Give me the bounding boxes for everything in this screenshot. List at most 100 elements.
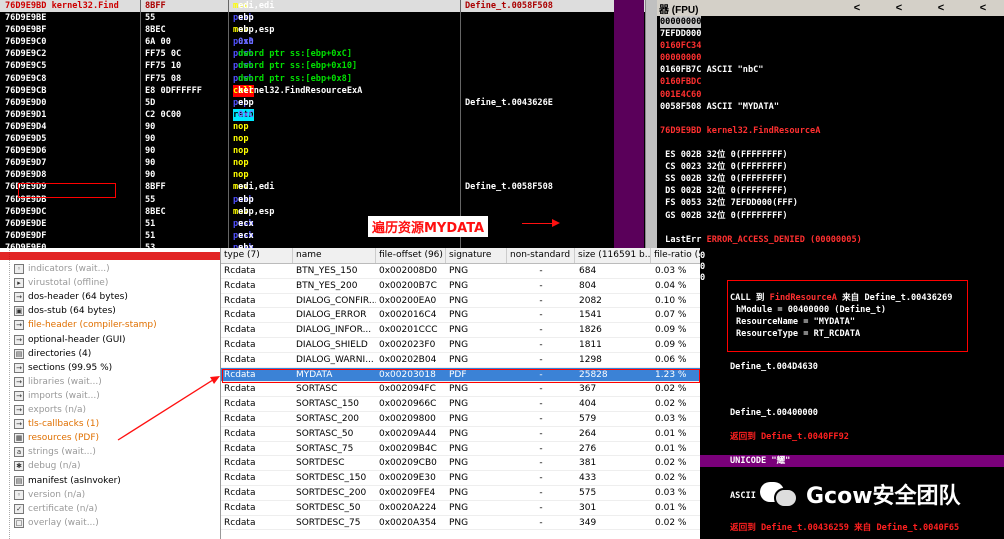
table-row[interactable]: Rcdata SORTASC_200 0x00209800 PNG - 579 0.03 % [221,412,700,427]
disasm-row[interactable]: 76D9E9C0 6A 00 push 0x0 [0,36,645,48]
table-cell: 0.09 % [655,325,687,336]
tree-item[interactable]: ▤ manifest (asInvoker) [14,474,121,488]
disasm-row[interactable]: 76D9E9C5 FF75 10 push dword ptr ss:[ebp+0x… [0,60,645,72]
column-divider [140,0,141,248]
table-row[interactable]: Rcdata DIALOG_ERROR 0x002016C4 PNG - 1541 0.07… [221,308,700,324]
table-row[interactable]: Rcdata SORTDESC_150 0x00209E30 PNG - 433 0.02 … [221,471,700,486]
table-cell: 1826 [579,325,602,336]
tree-item[interactable]: ✓ certificate (n/a) [14,502,98,516]
disasm-row[interactable]: 76D9E9C2 FF75 0C push dword ptr ss:[ebp+0x… [0,48,645,60]
column-header[interactable]: name [293,248,376,263]
table-cell: 0.02 % [655,458,687,469]
column-header[interactable]: file-offset (96) [376,248,446,263]
table-cell: 0x00209B4C [379,443,437,454]
nav-left-icon[interactable]: < [878,2,920,14]
disasm-bytes: 8BFF [145,1,166,11]
registers-pane[interactable]: 器 (FPU) < < < < 00000000 7EFDD000 0160FC34 000… [657,0,1004,250]
tree-item[interactable]: a strings (wait...) [14,445,96,459]
table-cell: 404 [579,399,597,410]
disasm-row[interactable]: 76D9E9DC 8BEC mov ebp,esp [0,206,645,218]
table-cell: 0.02 % [655,384,687,395]
tree-item[interactable]: ▸ virustotal (offline) [14,276,108,290]
table-row[interactable]: Rcdata BTN_YES_200 0x00200B7C PNG - 804 0.04 % [221,279,700,294]
nav-left-icon[interactable]: < [962,2,1004,14]
table-row[interactable]: Rcdata DIALOG_WARNI... 0x00202B04 PNG - 1298 0… [221,353,700,368]
disasm-row[interactable]: 76D9E9DF 51 push ecx [0,230,645,242]
tree-item[interactable]: ◦ version (n/a) [14,488,85,502]
tree-item-label: dos-stub (64 bytes) [28,306,116,317]
disasm-address: 76D9E9DF [5,230,47,241]
resources-table[interactable]: type (7) name file-offset (96) signature non… [220,248,700,539]
certificate-icon: ✓ [14,503,24,514]
table-cell: 0.03 % [655,487,687,498]
table-row[interactable]: Rcdata SORTDESC_200 0x00209FE4 PNG - 575 0.03 … [221,486,700,501]
table-row[interactable]: Rcdata SORTASC_50 0x00209A44 PNG - 264 0.01 % [221,427,700,442]
disasm-row[interactable]: 76D9E9D0 5D pop ebp Define_t.0043626E [0,97,645,109]
column-header[interactable]: non-standard [507,248,575,263]
table-row[interactable]: Rcdata SORTDESC_50 0x0020A224 PNG - 301 0.01 % [221,501,700,516]
arrow-icon: → [14,292,24,303]
disassembly-pane[interactable]: 76D9E9BD kernel32.Find 8BFF mov edi,edi Def… [0,0,645,248]
tree-item[interactable]: ▤ directories (4) [14,347,91,361]
table-cell: SORTDESC [296,458,345,469]
register-value: 0160FBDC [660,77,702,88]
nav-left-icon[interactable]: < [920,2,962,14]
tree-item[interactable]: → libraries (wait...) [14,375,102,389]
table-row[interactable]: Rcdata BTN_YES_150 0x002008D0 PNG - 684 0.03 % [221,264,700,279]
tree-item[interactable]: → exports (n/a) [14,403,86,417]
table-row[interactable]: Rcdata DIALOG_SHIELD 0x002023F0 PNG - 1811 0.0… [221,338,700,353]
table-cell: 0x00209FE4 [379,487,436,498]
table-cell: 0x00202B04 [379,354,437,365]
disasm-bytes: 51 [145,218,156,229]
tree-item[interactable]: ▦ resources (PDF) [14,431,99,445]
disasm-row[interactable]: 76D9E9CB E8 0DFFFFFF call kernel32.FindRes… [0,84,645,97]
disasm-row[interactable]: 76D9E9D8 90 nop [0,169,645,181]
disasm-bytes: 6A 00 [145,37,171,48]
tree-item[interactable]: ✱ debug (n/a) [14,459,81,473]
disasm-row[interactable]: 76D9E9D6 90 nop [0,145,645,157]
pe-tree[interactable]: ◦ indicators (wait...) ▸ virustotal (offlin… [0,248,220,539]
table-row[interactable]: Rcdata SORTDESC 0x00209CB0 PNG - 381 0.02 % [221,456,700,472]
stack-side-value: 0 [700,273,706,283]
tree-item[interactable]: → dos-header (64 bytes) [14,290,128,304]
disasm-row[interactable]: 76D9E9D4 90 nop [0,121,645,133]
disasm-row[interactable]: 76D9E9D7 90 nop [0,157,645,169]
table-row[interactable]: Rcdata DIALOG_INFOR... 0x00201CCC PNG - 1826 0… [221,323,700,338]
disasm-row[interactable]: 76D9E9C8 FF75 08 push dword ptr ss:[ebp+0x… [0,73,645,85]
disasm-row[interactable]: 76D9E9BE 55 push ebp [0,12,645,24]
table-row[interactable]: Rcdata DIALOG_CONFIR... 0x00200EA0 PNG - 2082… [221,294,700,309]
column-header[interactable]: size (116591 b... [575,248,651,263]
table-cell: - [539,473,543,484]
disasm-row[interactable]: 76D9E9BD kernel32.Find 8BFF mov edi,edi Def… [0,0,645,13]
table-row[interactable]: Rcdata SORTDESC_75 0x0020A354 PNG - 349 0.02 % [221,516,700,531]
register-row: FS 0053 32位 7EFDD000(FFF) [657,197,1004,209]
tree-item[interactable]: □ overlay (wait...) [14,516,99,530]
tree-item-label: strings (wait...) [28,447,96,458]
table-cell: Rcdata [224,428,256,439]
disasm-operand: kernel32.FindResourceExA [233,85,363,96]
tree-item[interactable]: ◦ indicators (wait...) [14,262,110,276]
table-row[interactable]: Rcdata SORTASC_150 0x0020966C PNG - 404 0.02 % [221,397,700,412]
table-cell: PNG [449,266,469,276]
tree-item[interactable]: → tls-callbacks (1) [14,417,99,431]
table-row[interactable]: Rcdata SORTASC 0x002094FC PNG - 367 0.02 % [221,382,700,398]
table-cell: DIALOG_SHIELD [296,339,368,350]
disasm-row[interactable]: 76D9E9D1 C2 0C00 retn 0xC [0,108,645,121]
disasm-row[interactable]: 76D9E9BF 8BEC mov ebp,esp [0,24,645,36]
tree-item[interactable]: → file-header (compiler-stamp) [14,318,157,332]
table-cell: SORTASC_50 [296,428,354,439]
table-cell: Rcdata [224,517,256,528]
tree-item[interactable]: → optional-header (GUI) [14,333,126,347]
column-header[interactable]: type (7) [221,248,293,263]
tree-item[interactable]: → imports (wait...) [14,389,100,403]
nav-left-icon[interactable]: < [836,2,878,14]
column-header[interactable]: file-ratio (5 [651,248,700,263]
disasm-row[interactable]: 76D9E9D5 90 nop [0,133,645,145]
table-row[interactable]: Rcdata SORTASC_75 0x00209B4C PNG - 276 0.01 % [221,442,700,457]
disassembly-scrollbar[interactable] [645,0,657,248]
column-header[interactable]: signature [446,248,507,263]
table-cell: 0x00209E30 [379,473,436,484]
tree-item[interactable]: → sections (99.95 %) [14,361,112,375]
tree-item[interactable]: ▣ dos-stub (64 bytes) [14,304,116,318]
arrow-icon: → [14,390,24,401]
